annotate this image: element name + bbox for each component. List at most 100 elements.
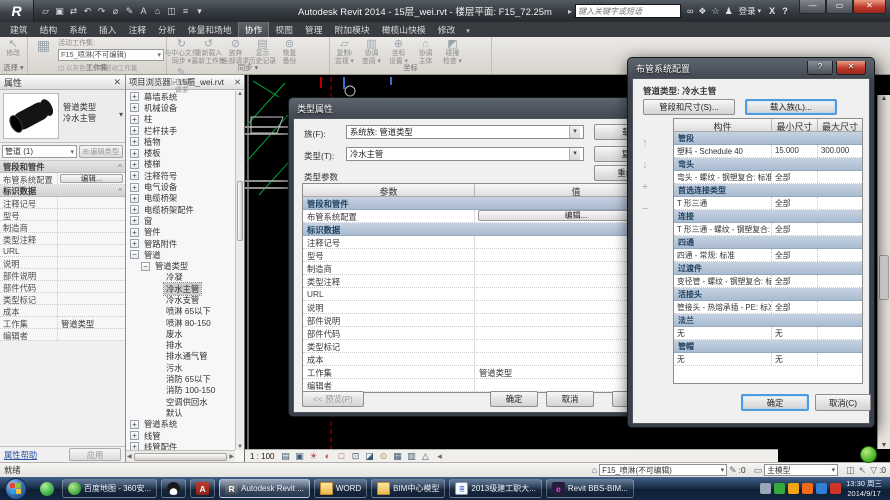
- canvas-vertical-scrollbar[interactable]: ▲ ▼: [877, 95, 890, 449]
- param-row[interactable]: 布管系统配置 编辑...: [303, 210, 677, 223]
- taskbar-clock[interactable]: 13:30 周三 2014/9/17: [846, 479, 882, 499]
- tree-item[interactable]: 冷凝: [127, 272, 235, 283]
- property-row[interactable]: 成本: [0, 305, 125, 317]
- expand-icon[interactable]: +: [130, 442, 139, 450]
- tree-item[interactable]: + 管道系统: [127, 419, 235, 430]
- subscription-center-icon[interactable]: ❖: [698, 6, 706, 17]
- phone-tray-icon[interactable]: [830, 483, 842, 494]
- expand-icon[interactable]: +: [130, 137, 139, 147]
- task-autocad[interactable]: A: [190, 479, 216, 498]
- tree-item[interactable]: + 楼板: [127, 147, 235, 158]
- property-row[interactable]: 型号: [0, 209, 125, 221]
- app-menu-button[interactable]: R: [0, 0, 34, 22]
- close-icon[interactable]: ✕: [113, 77, 121, 88]
- ribbon-tab-插入[interactable]: 插入: [93, 21, 123, 37]
- temporary-view-properties-icon[interactable]: ▥: [405, 450, 417, 462]
- worksharing-display-icon[interactable]: ▦: [391, 450, 403, 462]
- property-row[interactable]: 部件代码: [0, 281, 125, 293]
- param-row[interactable]: 型号: [303, 249, 677, 262]
- dialog-title-bar[interactable]: 布管系统配置 ? ✕: [632, 58, 870, 78]
- show-crop-region-icon[interactable]: ⊡: [349, 450, 361, 462]
- task-qq[interactable]: [161, 479, 187, 498]
- ok-button[interactable]: 确定: [490, 391, 538, 407]
- expand-icon[interactable]: +: [130, 92, 139, 102]
- load-family-button[interactable]: 载入族(L)...: [745, 99, 837, 115]
- ribbon-display-toggle-icon[interactable]: ▾: [461, 25, 475, 37]
- family-combo[interactable]: 系统族: 管道类型 ▾: [346, 125, 584, 139]
- param-row[interactable]: URL: [303, 288, 677, 301]
- expand-viewbar-icon[interactable]: ◂: [433, 450, 445, 462]
- help-button[interactable]: ?: [807, 61, 833, 75]
- param-row[interactable]: 制造商: [303, 262, 677, 275]
- ribbon-tab-视图[interactable]: 视图: [269, 21, 299, 37]
- tree-item[interactable]: 消防 100-150: [127, 385, 235, 396]
- measure-icon[interactable]: ⌀: [109, 0, 122, 22]
- ribbon-tab-修改[interactable]: 修改: [432, 21, 462, 37]
- tree-item[interactable]: 空调供回水: [127, 396, 235, 407]
- undo-icon[interactable]: ↶: [81, 0, 94, 22]
- property-row[interactable]: URL: [0, 245, 125, 257]
- copy-monitor-button[interactable]: ▱ 复制/ 监视 ▾: [331, 37, 358, 66]
- tree-item[interactable]: + 电气设备: [127, 181, 235, 192]
- worksharing-status-icon[interactable]: ◫: [846, 465, 855, 476]
- tree-item[interactable]: 冷水支管: [127, 294, 235, 305]
- thin-lines-icon[interactable]: ≡: [179, 0, 192, 22]
- component-row[interactable]: 塑料 - Schedule 40 15.000 300.000: [674, 145, 862, 158]
- property-row[interactable]: 编辑者: [0, 329, 125, 341]
- expand-icon[interactable]: +: [130, 205, 139, 215]
- scrollbar-thumb[interactable]: [879, 255, 889, 300]
- move-row-up-icon[interactable]: ↑: [637, 137, 653, 149]
- close-button[interactable]: ✕: [836, 61, 866, 75]
- param-row[interactable]: 类型标记: [303, 340, 677, 353]
- active-workset-combo[interactable]: F15_喷淋(不可编辑) ▾: [58, 49, 164, 61]
- apply-button[interactable]: 应用: [69, 448, 121, 461]
- messenger-icon[interactable]: [40, 481, 54, 496]
- show-history-button[interactable]: ▤ 显示 历史记录: [249, 37, 276, 66]
- open-icon[interactable]: ▱: [39, 0, 52, 22]
- browser-horizontal-scrollbar[interactable]: ◀ ▶: [126, 450, 235, 462]
- expand-icon[interactable]: +: [130, 227, 139, 237]
- expand-icon[interactable]: +: [130, 216, 139, 226]
- edit-requests-icon[interactable]: ✎: [729, 465, 737, 476]
- favorites-star-icon[interactable]: ☆: [711, 6, 719, 17]
- ribbon-tab-橄榄山快模[interactable]: 橄榄山快模: [376, 21, 432, 37]
- property-row[interactable]: 说明: [0, 257, 125, 269]
- expand-icon[interactable]: +: [130, 419, 139, 429]
- tree-item[interactable]: + 电缆桥架: [127, 193, 235, 204]
- select-toggle-icon[interactable]: ↖: [859, 465, 867, 476]
- collapse-section-icon[interactable]: ^: [118, 186, 122, 196]
- component-row[interactable]: 弯头 - 螺纹 - 钢塑复合: 标准 全部: [674, 171, 862, 184]
- tree-item[interactable]: + 线管配件: [127, 441, 235, 450]
- cancel-button[interactable]: 取消: [546, 391, 594, 407]
- tree-item[interactable]: 废水: [127, 328, 235, 339]
- expand-icon[interactable]: +: [130, 193, 139, 203]
- panel-label-select[interactable]: 选择 ▾: [0, 63, 27, 74]
- component-row[interactable]: T 形三通 - 螺纹 - 钢塑复合: 标 全部: [674, 223, 862, 236]
- param-row[interactable]: 说明: [303, 301, 677, 314]
- expand-icon[interactable]: +: [130, 182, 139, 192]
- scrollbar-thumb[interactable]: [237, 181, 243, 241]
- expand-icon[interactable]: +: [130, 114, 139, 124]
- signin-button[interactable]: 登录 ▾: [739, 5, 762, 17]
- expand-icon[interactable]: +: [130, 103, 139, 113]
- visual-style-icon[interactable]: ▣: [293, 450, 305, 462]
- tree-item[interactable]: + 柱: [127, 114, 235, 125]
- signin-person-icon[interactable]: ♟: [725, 6, 733, 17]
- param-row[interactable]: 工作集 管道类型: [303, 366, 677, 379]
- redo-icon[interactable]: ↷: [95, 0, 108, 22]
- tree-item[interactable]: + 注释符号: [127, 170, 235, 181]
- temporary-hide-isolate-icon[interactable]: ◪: [363, 450, 375, 462]
- tree-item[interactable]: + 机械设备: [127, 102, 235, 113]
- coordination-review-button[interactable]: ▥ 协调 查阅 ▾: [358, 37, 385, 66]
- ribbon-tab-系统[interactable]: 系统: [63, 21, 93, 37]
- move-row-down-icon[interactable]: ↓: [637, 159, 653, 171]
- type-combo[interactable]: 冷水主管 ▾: [346, 147, 584, 161]
- property-row[interactable]: 部件说明: [0, 269, 125, 281]
- component-row[interactable]: 变径管 - 螺纹 - 钢塑复合: 标准 全部: [674, 275, 862, 288]
- task-doc-2013[interactable]: ≣ 2013级建工职大...: [449, 479, 542, 498]
- tree-item[interactable]: 污水: [127, 362, 235, 373]
- browser-360-tray-icon[interactable]: [788, 483, 800, 494]
- chevron-down-icon[interactable]: ▾: [119, 110, 123, 119]
- collapse-section-icon[interactable]: ^: [118, 162, 122, 172]
- scroll-left-icon[interactable]: ◀: [126, 453, 133, 460]
